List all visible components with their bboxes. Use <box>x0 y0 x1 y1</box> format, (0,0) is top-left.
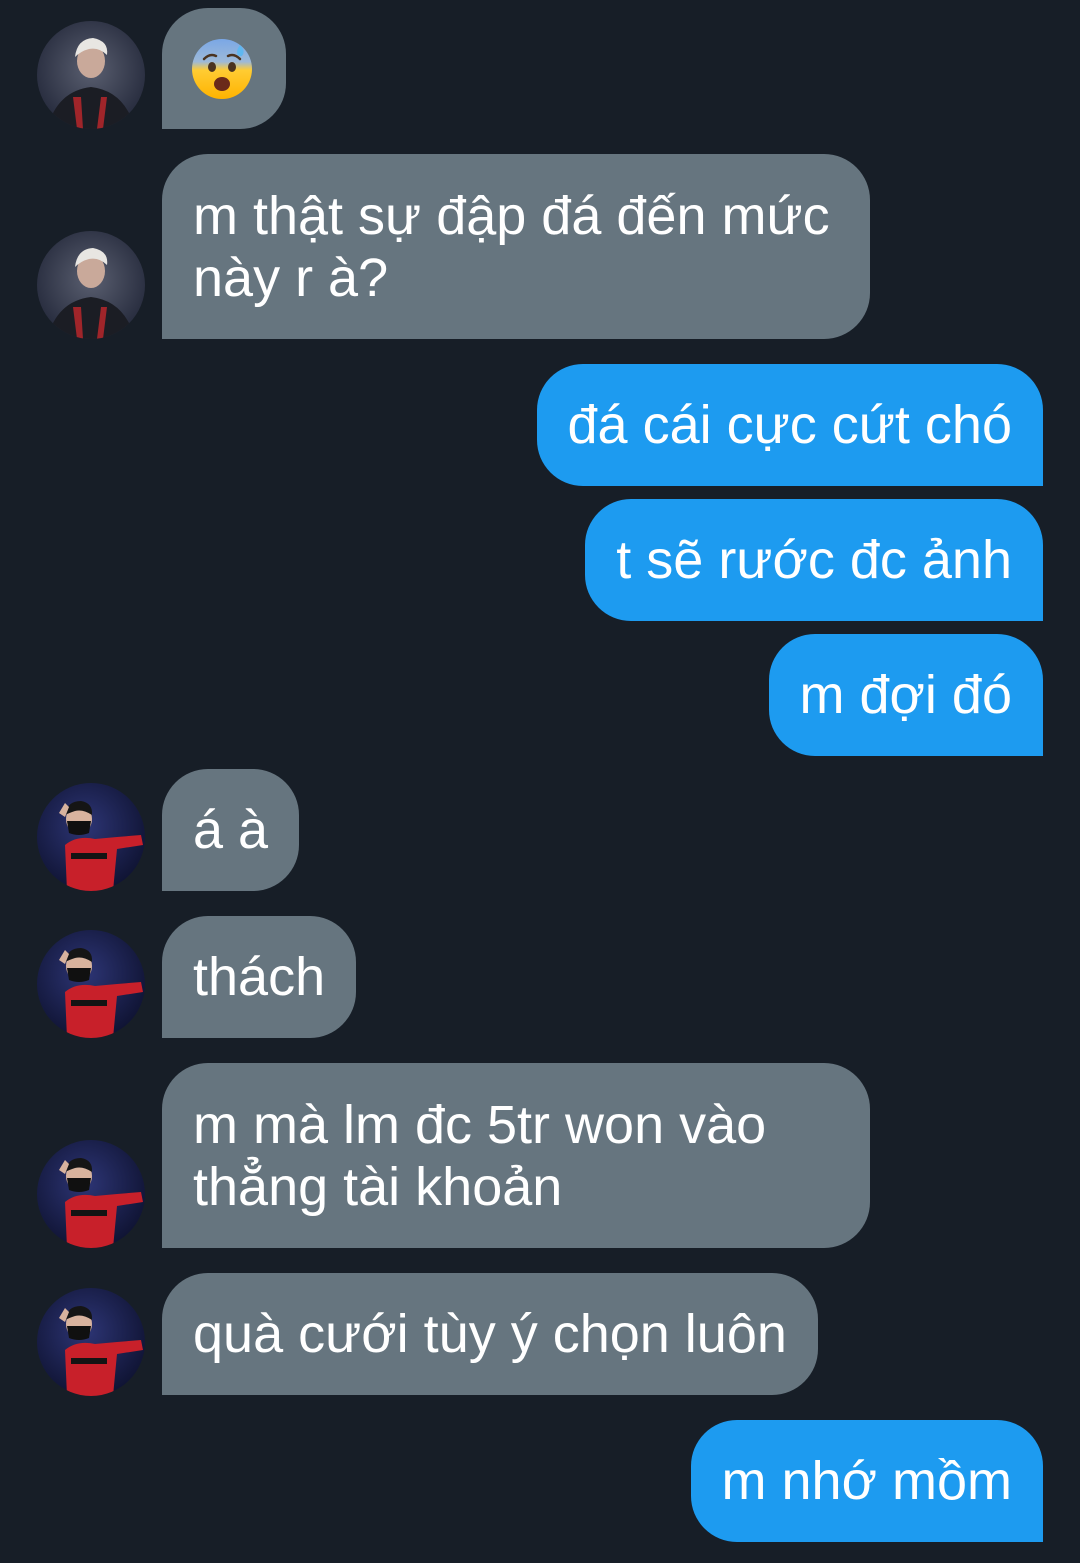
message-text: m nhớ mồm <box>721 1451 1012 1511</box>
message-bubble-incoming[interactable]: thách <box>162 916 357 1038</box>
avatar-b-image <box>37 783 145 891</box>
message-bubble-incoming[interactable]: á à <box>162 769 300 891</box>
message-bubble-incoming[interactable]: m mà lm đc 5tr won vào thẳng tài khoản <box>162 1063 870 1248</box>
message-bubble-outgoing[interactable]: t sẽ rước đc ảnh <box>585 499 1043 621</box>
message-text: á à <box>193 800 269 860</box>
message-text: m đợi đó <box>799 665 1013 725</box>
sender-avatar[interactable] <box>37 930 145 1038</box>
message-bubble-incoming[interactable] <box>162 8 286 129</box>
sender-avatar[interactable] <box>37 21 145 129</box>
message-text: t sẽ rước đc ảnh <box>616 530 1012 590</box>
avatar-b-image <box>37 1140 145 1248</box>
message-text: m thật sự đập đá đến mức này r à? <box>193 185 830 308</box>
message-text: thách <box>193 947 326 1007</box>
message-bubble-incoming[interactable]: quà cưới tùy ý chọn luôn <box>162 1273 818 1395</box>
avatar-b-image <box>37 930 145 1038</box>
message-bubble-outgoing[interactable]: m nhớ mồm <box>690 1420 1043 1542</box>
message-text: m mà lm đc 5tr won vào thẳng tài khoản <box>193 1094 767 1217</box>
anxious-face-with-sweat-icon <box>192 38 252 99</box>
avatar-a-image <box>37 21 145 129</box>
sender-avatar[interactable] <box>37 231 145 339</box>
message-bubble-incoming[interactable]: m thật sự đập đá đến mức này r à? <box>162 154 870 339</box>
message-bubble-outgoing[interactable]: đá cái cực cứt chó <box>536 364 1043 486</box>
message-text: đá cái cực cứt chó <box>567 395 1012 455</box>
sender-avatar[interactable] <box>37 783 145 891</box>
sender-avatar[interactable] <box>37 1140 145 1248</box>
sender-avatar[interactable] <box>37 1288 145 1396</box>
message-bubble-outgoing[interactable]: m đợi đó <box>768 634 1043 756</box>
avatar-b-image <box>37 1288 145 1396</box>
avatar-a-image <box>37 231 145 339</box>
message-text: quà cưới tùy ý chọn luôn <box>193 1304 787 1364</box>
